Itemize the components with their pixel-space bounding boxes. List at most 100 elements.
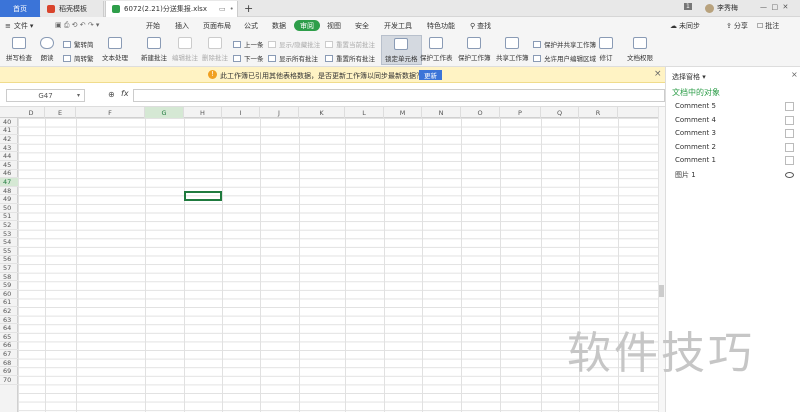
menu-review[interactable]: 审阅 [294, 20, 320, 31]
row-header[interactable]: 54 [0, 238, 18, 247]
protect-sheet-button[interactable]: 保护工作表 [420, 37, 453, 62]
column-header[interactable]: P [500, 107, 541, 118]
monitor-icon[interactable]: ▭ [219, 5, 226, 13]
tab-home[interactable]: 首页 [0, 0, 40, 17]
allow-edit-range-button[interactable]: 允许用户编辑区域 [533, 53, 596, 63]
row-header[interactable]: 41 [0, 126, 18, 136]
menu-insert[interactable]: 插入 [175, 17, 189, 34]
menu-security[interactable]: 安全 [355, 17, 369, 34]
selected-cell[interactable] [184, 191, 222, 201]
search-box[interactable]: ⚲ 查找 [470, 17, 491, 34]
pane-close-icon[interactable]: × [791, 70, 798, 79]
row-header[interactable]: 44 [0, 152, 18, 161]
row-header[interactable]: 65 [0, 333, 18, 342]
pane-item-comment-5[interactable]: Comment 5 [675, 102, 716, 110]
row-header[interactable]: 56 [0, 255, 18, 265]
edit-comment-button[interactable]: 编辑批注 [172, 37, 198, 62]
pane-item-comment-4[interactable]: Comment 4 [675, 116, 716, 124]
sync-status[interactable]: ☁ 未同步 [670, 17, 700, 34]
menu-developer[interactable]: 开发工具 [384, 17, 412, 34]
simp-trad-button[interactable]: 简转繁 [63, 53, 94, 63]
update-button[interactable]: 更新 [419, 70, 442, 80]
row-header[interactable]: 67 [0, 350, 18, 359]
formula-input[interactable] [133, 89, 665, 102]
column-header[interactable]: J [260, 107, 299, 118]
spellcheck-button[interactable]: 拼写检查 [6, 37, 32, 62]
row-header[interactable]: 55 [0, 247, 18, 256]
delete-comment-button[interactable]: 删除批注 [202, 37, 228, 62]
visibility-toggle[interactable] [785, 102, 794, 111]
menu-home[interactable]: 开始 [146, 17, 160, 34]
column-header[interactable]: D [18, 107, 45, 118]
visibility-toggle[interactable] [785, 129, 794, 138]
text-process-button[interactable]: 文本处理 [102, 37, 128, 62]
show-hide-comment-button[interactable]: 显示/隐藏批注 [268, 39, 320, 49]
notice-close-button[interactable]: × [654, 69, 662, 79]
menu-data[interactable]: 数据 [272, 17, 286, 34]
row-header[interactable]: 42 [0, 135, 18, 144]
share-button[interactable]: ⇪ 分享 [726, 17, 748, 34]
prev-comment-button[interactable]: 上一条 [233, 39, 264, 49]
reset-all-button[interactable]: 重置所有批注 [325, 53, 375, 63]
row-header[interactable]: 43 [0, 144, 18, 153]
eye-icon[interactable] [785, 172, 794, 178]
comment-button[interactable]: ☐ 批注 [757, 17, 779, 34]
row-header[interactable]: 61 [0, 298, 18, 308]
new-comment-button[interactable]: 新建批注 [141, 37, 167, 62]
quick-access-toolbar[interactable]: ▣ ⎙ ⟲ ↶ ↷ ▾ [55, 17, 99, 34]
column-header[interactable]: R [579, 107, 618, 118]
column-header[interactable]: K [299, 107, 345, 118]
column-header[interactable]: I [222, 107, 260, 118]
file-menu[interactable]: ≡ 文件 ▾ [5, 17, 33, 34]
column-header[interactable]: E [45, 107, 76, 118]
row-header[interactable]: 60 [0, 290, 18, 299]
lock-cell-button[interactable]: 锁定单元格 [381, 35, 422, 65]
pane-item-comment-1[interactable]: Comment 1 [675, 156, 716, 164]
read-aloud-button[interactable]: 朗读 [40, 37, 54, 62]
scrollbar-thumb[interactable] [659, 285, 664, 297]
menu-page-layout[interactable]: 页面布局 [203, 17, 231, 34]
row-header[interactable]: 45 [0, 161, 18, 170]
pane-item-comment-2[interactable]: Comment 2 [675, 143, 716, 151]
row-header[interactable]: 66 [0, 341, 18, 351]
tab-file[interactable]: 6072(2.21)分送集报.xlsx ▭ • [105, 1, 238, 17]
row-header[interactable]: 49 [0, 195, 18, 204]
tab-template[interactable]: 稻壳模板 [41, 1, 104, 17]
column-header[interactable]: G [145, 107, 184, 118]
row-header[interactable]: 47 [0, 178, 18, 187]
protect-share-button[interactable]: 保护并共享工作簿 [533, 39, 596, 49]
row-header[interactable]: 48 [0, 187, 18, 196]
cell-grid[interactable] [18, 118, 658, 412]
visibility-toggle[interactable] [785, 116, 794, 125]
menu-view[interactable]: 视图 [327, 17, 341, 34]
row-header[interactable]: 52 [0, 221, 18, 230]
menu-formula[interactable]: 公式 [244, 17, 258, 34]
new-tab-button[interactable]: + [244, 2, 253, 15]
zoom-icon[interactable]: ⊕ [108, 90, 115, 99]
row-header[interactable]: 69 [0, 367, 18, 376]
column-header[interactable]: Q [541, 107, 579, 118]
row-header[interactable]: 51 [0, 212, 18, 222]
row-header[interactable]: 53 [0, 230, 18, 239]
share-book-button[interactable]: 共享工作簿 [496, 37, 529, 62]
row-header[interactable]: 59 [0, 281, 18, 290]
protect-book-button[interactable]: 保护工作簿 [458, 37, 491, 62]
user-account[interactable]: 李秀梅 [705, 3, 738, 13]
next-comment-button[interactable]: 下一条 [233, 53, 264, 63]
column-header[interactable]: N [422, 107, 461, 118]
menu-special[interactable]: 特色功能 [427, 17, 455, 34]
pane-item-comment-3[interactable]: Comment 3 [675, 129, 716, 137]
row-header[interactable]: 57 [0, 264, 18, 273]
row-header[interactable]: 62 [0, 307, 18, 316]
row-header[interactable]: 50 [0, 204, 18, 213]
row-header[interactable]: 70 [0, 376, 18, 385]
row-header[interactable]: 58 [0, 273, 18, 282]
pane-item-picture-1[interactable]: 图片 1 [675, 170, 696, 180]
row-header[interactable]: 46 [0, 169, 18, 179]
chevron-down-icon[interactable]: ▾ [77, 92, 80, 99]
column-header[interactable]: L [345, 107, 384, 118]
visibility-toggle[interactable] [785, 143, 794, 152]
reset-current-button[interactable]: 重置当前批注 [325, 39, 375, 49]
row-header[interactable]: 64 [0, 324, 18, 333]
visibility-toggle[interactable] [785, 156, 794, 165]
